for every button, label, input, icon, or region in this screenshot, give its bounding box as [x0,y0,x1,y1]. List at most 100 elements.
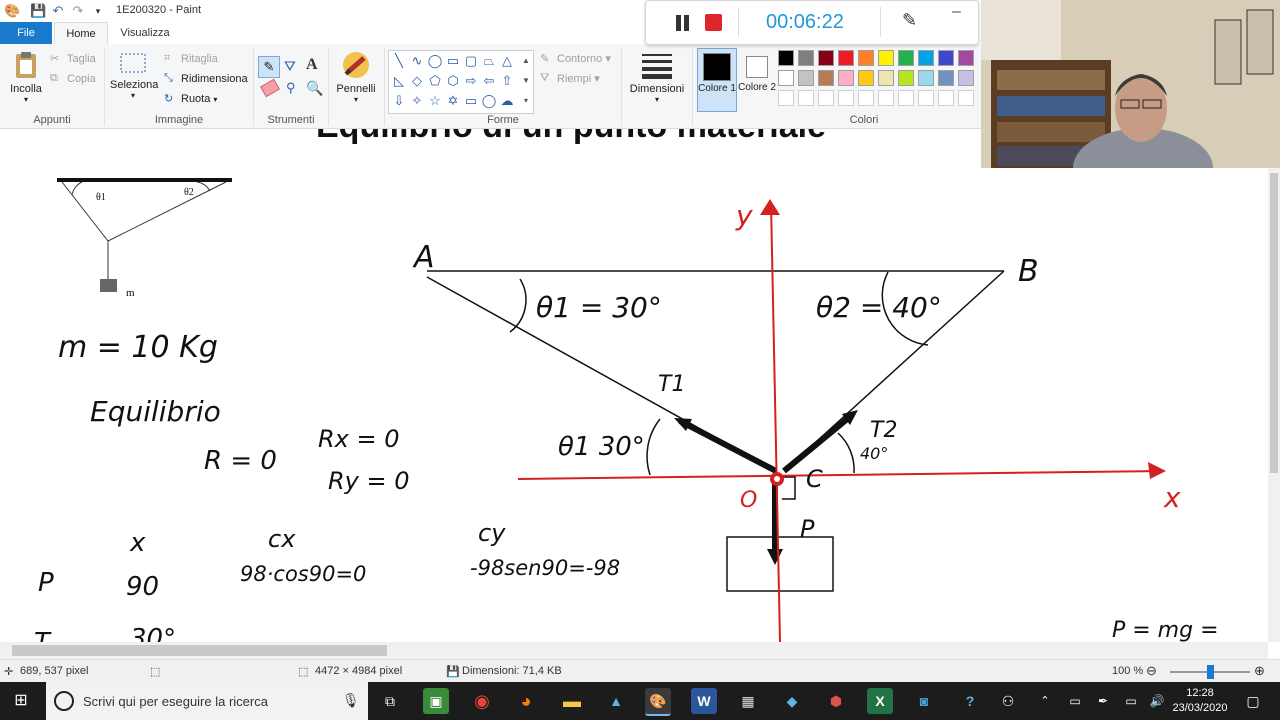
brushes-dropdown-icon[interactable]: ▾ [334,95,378,104]
palette-color-swatch[interactable] [838,70,854,86]
vertical-scrollbar[interactable] [1268,129,1280,642]
palette-color-swatch[interactable] [958,50,974,66]
custom-color-swatch[interactable] [898,90,914,106]
custom-color-swatch[interactable] [918,90,934,106]
pen-icon[interactable]: ✒ [1090,688,1116,714]
brushes-button[interactable]: Pennelli ▾ [334,50,378,110]
color-picker-icon[interactable]: ⚲ [286,80,296,96]
drawing-canvas[interactable]: Equilibrio di un punto materiale θ1 θ2 m… [0,129,1268,642]
palette-color-swatch[interactable] [938,50,954,66]
app-icon-red[interactable]: ⬢ [823,688,849,714]
tray-overflow-icon[interactable]: ⌃ [1032,688,1058,714]
cut-button[interactable]: ✂ Taglia [50,52,96,66]
file-explorer-icon[interactable]: ▬ [559,688,585,714]
custom-color-swatch[interactable] [938,90,954,106]
pencil-tool-icon[interactable]: ✎ [258,56,280,78]
app-icon-green[interactable]: ▣ [423,688,449,714]
excel-icon[interactable]: X [867,688,893,714]
palette-color-swatch[interactable] [818,70,834,86]
palette-color-swatch[interactable] [958,70,974,86]
rounded-rectangle-shape-icon[interactable]: ▢ [463,53,479,69]
custom-color-swatch[interactable] [858,90,874,106]
palette-color-swatch[interactable] [878,70,894,86]
color1-button[interactable]: Colore 1 [697,48,737,112]
taskbar-clock[interactable]: 12:28 23/03/2020 [1170,686,1230,716]
palette-color-swatch[interactable] [898,50,914,66]
tab-view[interactable]: Visualizza [112,22,178,44]
zoom-out-icon[interactable]: ⊖ [1146,663,1157,679]
palette-color-swatch[interactable] [798,50,814,66]
rotate-dropdown-icon[interactable]: ▾ [213,95,217,104]
shapes-scroll-icon[interactable]: ▲ ▼ ▾ [521,51,531,111]
tab-file[interactable]: File [0,22,52,44]
four-point-star-shape-icon[interactable]: ✧ [409,93,425,109]
fill-button[interactable]: ⛛ Riempi ▾ [540,72,600,86]
palette-color-swatch[interactable] [798,70,814,86]
color2-button[interactable]: Colore 2 [738,48,776,110]
paint-taskbar-icon[interactable]: 🎨 [645,688,671,716]
microphone-icon[interactable]: 🎙 [342,692,360,709]
up-arrow-shape-icon[interactable]: ⇧ [499,73,515,89]
pause-icon-bar[interactable] [676,15,681,31]
pause-icon[interactable] [684,15,689,31]
network-icon[interactable]: ▭ [1118,688,1144,714]
volume-icon[interactable]: 🔊 [1144,688,1170,714]
resize-button[interactable]: ⤡ Ridimensiona [164,72,248,86]
taskbar-search-box[interactable]: Scrivi qui per eseguire la ricerca 🎙 [46,682,368,720]
pentagon-shape-icon[interactable]: ⬠ [427,73,443,89]
palette-color-swatch[interactable] [898,70,914,86]
rounded-callout-shape-icon[interactable]: ▭ [463,93,479,109]
curve-shape-icon[interactable]: ∿ [409,53,425,69]
custom-color-swatch[interactable] [818,90,834,106]
polygon-shape-icon[interactable]: ⏢ [481,53,497,69]
quick-access-dropdown-icon[interactable]: ▾ [90,3,106,19]
crop-button[interactable]: ⌗ Ritaglia [164,52,218,66]
palette-color-swatch[interactable] [838,50,854,66]
rotate-button[interactable]: ↻ Ruota ▾ [164,92,217,106]
eraser-icon[interactable] [260,78,280,98]
stop-record-icon[interactable] [705,14,722,31]
redo-icon[interactable]: ↷ [70,3,86,19]
left-arrow-shape-icon[interactable]: ⇦ [481,73,497,89]
palette-color-swatch[interactable] [858,50,874,66]
palette-color-swatch[interactable] [878,50,894,66]
text-tool-icon[interactable]: A [306,56,318,74]
undo-icon[interactable]: ↶ [50,3,66,19]
horizontal-scroll-thumb[interactable] [12,645,387,656]
custom-color-swatch[interactable] [878,90,894,106]
windows-start-icon[interactable]: ⊞ [8,688,34,714]
notifications-icon[interactable]: ▢ [1240,688,1266,714]
hexagon-shape-icon[interactable]: ⬡ [445,73,461,89]
palette-color-swatch[interactable] [778,70,794,86]
custom-color-swatch[interactable] [778,90,794,106]
paste-dropdown-icon[interactable]: ▾ [8,95,44,104]
right-triangle-shape-icon[interactable]: ◺ [391,73,407,89]
palette-color-swatch[interactable] [778,50,794,66]
zoom-slider-thumb[interactable] [1207,665,1214,679]
people-icon[interactable]: ⚇ [995,688,1021,714]
photos-icon[interactable]: ▲ [603,688,629,714]
outline-button[interactable]: ✎ Contorno ▾ [540,52,611,66]
cloud-callout-shape-icon[interactable]: ☁ [499,93,515,109]
custom-color-swatch[interactable] [958,90,974,106]
right-arrow-shape-icon[interactable]: ⇨ [463,73,479,89]
oval-callout-shape-icon[interactable]: ◯ [481,93,497,109]
zoom-in-icon[interactable]: ⊕ [1254,663,1265,679]
copy-button[interactable]: ⧉ Copia [50,72,96,86]
five-point-star-shape-icon[interactable]: ☆ [427,93,443,109]
size-dropdown-icon[interactable]: ▾ [626,95,688,104]
oval-shape-icon[interactable]: ◯ [427,53,443,69]
palette-color-swatch[interactable] [938,70,954,86]
tab-home[interactable]: Home [54,22,108,45]
size-button[interactable]: Dimensioni ▾ [626,50,688,112]
magnifier-icon[interactable]: 🔍 [306,80,323,97]
app-icon-blue[interactable]: ◆ [779,688,805,714]
battery-icon[interactable]: ▭ [1062,688,1088,714]
minimize-icon[interactable]: – [952,3,961,21]
six-point-star-shape-icon[interactable]: ✡ [445,93,461,109]
palette-color-swatch[interactable] [918,70,934,86]
pen-annotate-icon[interactable]: ✎ [902,10,917,31]
custom-color-swatch[interactable] [838,90,854,106]
camera-recorder-icon[interactable]: ◙ [911,688,937,714]
chrome-icon[interactable]: ◉ [469,688,495,714]
